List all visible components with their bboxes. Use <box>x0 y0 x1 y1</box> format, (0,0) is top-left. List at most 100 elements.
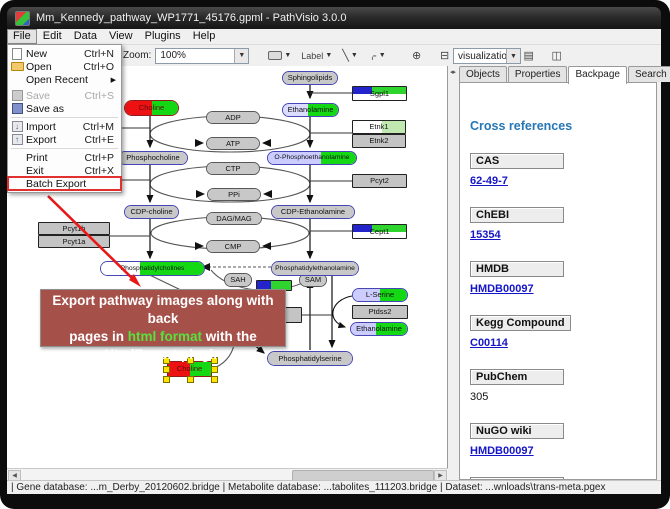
pathway-node-ethanolamine-bottom[interactable]: Ethanolamine <box>350 322 408 336</box>
pathway-node-phosphatidylethanolamine[interactable]: Phosphatidylethanolamine <box>271 261 359 276</box>
file-menu-item-open-recent[interactable]: Open Recent▶ <box>8 73 121 86</box>
crossref-value: 305 <box>470 391 656 403</box>
selection-handle[interactable] <box>187 376 194 383</box>
menubar-item-file[interactable]: File <box>7 29 37 44</box>
elbow-connector-icon: ⌌ <box>368 49 377 62</box>
file-menu-item-save[interactable]: SaveCtrl+S <box>8 89 121 102</box>
crossref-section-hmdb: HMDBHMDB00097 <box>470 241 656 295</box>
file-menu-item-export[interactable]: ↑ExportCtrl+E <box>8 133 121 146</box>
file-menu-item-new[interactable]: NewCtrl+N <box>8 47 121 60</box>
menu-item-label: Batch Export <box>26 178 121 190</box>
selection-handle[interactable] <box>211 376 218 383</box>
panel-splitter[interactable]: ◂▸ <box>448 66 458 480</box>
pathway-node-cdp-choline[interactable]: CDP-choline <box>124 205 179 219</box>
pathway-node-dag-mag[interactable]: DAG/MAG <box>206 212 262 225</box>
crossref-link[interactable]: HMDB00097 <box>470 283 656 295</box>
menubar-item-data[interactable]: Data <box>68 30 103 43</box>
expression-color-segment <box>285 308 301 322</box>
app-icon <box>15 11 30 26</box>
menubar-item-edit[interactable]: Edit <box>37 30 68 43</box>
save-icon <box>8 90 26 101</box>
crossref-link[interactable]: 62-49-7 <box>470 175 656 187</box>
selection-handle[interactable] <box>163 376 170 383</box>
chevron-down-icon[interactable]: ▼ <box>234 49 248 63</box>
zoom-combobox[interactable]: 100% ▼ <box>155 48 249 64</box>
pathway-node-pcyt2[interactable]: Pcyt2 <box>352 174 407 188</box>
pathway-node-cept1[interactable]: Cept1 <box>352 224 407 239</box>
save-icon <box>8 103 26 114</box>
pathway-node-ethanolamine-top[interactable]: Ethanolamine <box>282 103 339 117</box>
node-label: Pcyt2 <box>353 175 406 187</box>
file-menu-item-print[interactable]: PrintCtrl+P <box>8 151 121 164</box>
file-menu-item-batch-export[interactable]: Batch Export <box>8 177 121 190</box>
pathway-node-phosphocholine[interactable]: Phosphocholine <box>118 151 188 165</box>
pathway-node-adp[interactable]: ADP <box>206 111 260 124</box>
crossref-source-header: NuGO wiki <box>470 423 564 439</box>
pathway-node-o-phosphoethanolamine[interactable]: O-Phosphoethanolamine <box>267 151 357 165</box>
pathway-node-ppi[interactable]: PPi <box>207 188 261 201</box>
file-menu: NewCtrl+NOpenCtrl+OOpen Recent▶ SaveCtrl+… <box>7 44 122 193</box>
line-tool-button[interactable]: ╲▼ <box>338 47 362 65</box>
crossref-link[interactable]: 15354 <box>470 229 656 241</box>
menu-item-shortcut: Ctrl+O <box>83 61 121 73</box>
pathway-node-sgpl1[interactable]: Sgpl1 <box>352 86 407 101</box>
align-tool-icon[interactable]: ⊕ <box>404 47 430 65</box>
file-menu-item-save-as[interactable]: Save as <box>8 102 121 115</box>
annotation-callout: Export pathway images along with back pa… <box>40 289 286 347</box>
tab-properties[interactable]: Properties <box>508 66 568 82</box>
file-menu-item-import[interactable]: ↓ImportCtrl+M <box>8 120 121 133</box>
status-bar: | Gene database: ...m_Derby_20120602.bri… <box>7 480 661 494</box>
selection-handle[interactable] <box>211 366 218 373</box>
crossref-section-chebi: ChEBI15354 <box>470 187 656 241</box>
pathway-node-ptdss2[interactable]: Ptdss2 <box>352 305 408 319</box>
visualization-combobox[interactable]: visualization ▼ <box>453 48 521 64</box>
menubar-item-plugins[interactable]: Plugins <box>139 30 187 43</box>
pathway-node-ctp[interactable]: CTP <box>206 162 260 175</box>
pathway-node-atp[interactable]: ATP <box>206 137 260 150</box>
menu-item-shortcut: Ctrl+E <box>85 134 121 146</box>
connector-tool-button[interactable]: ⌌▼ <box>364 47 390 65</box>
pathway-node-sah[interactable]: SAH <box>224 273 252 287</box>
pathway-node-sphingolipids[interactable]: Sphingolipids <box>282 71 338 85</box>
pathway-node-phosphatidylcholines[interactable]: Phosphatidylcholines <box>100 261 205 276</box>
pathway-node-gene-hidden[interactable] <box>284 307 302 323</box>
pathway-node-etnk1[interactable]: Etnk1 <box>352 120 406 134</box>
node-label: ADP <box>207 112 259 123</box>
chevron-down-icon[interactable]: ▼ <box>506 49 520 63</box>
node-label: Pcyt1a <box>39 236 109 247</box>
menu-item-label: Export <box>26 134 85 146</box>
file-menu-item-open[interactable]: OpenCtrl+O <box>8 60 121 73</box>
node-label: Cept1 <box>353 225 406 238</box>
file-menu-item-exit[interactable]: ExitCtrl+X <box>8 164 121 177</box>
menubar-item-view[interactable]: View <box>103 30 139 43</box>
pathway-node-etnk2[interactable]: Etnk2 <box>352 134 406 148</box>
tab-objects[interactable]: Objects <box>459 66 507 82</box>
pathway-node-cdp-ethanolamine[interactable]: CDP-Ethanolamine <box>271 205 355 219</box>
crossref-link[interactable]: HMDB00097 <box>470 445 656 457</box>
panel-tabs: ObjectsPropertiesBackpageSearchLegend <box>459 66 670 82</box>
tab-search[interactable]: Search <box>628 66 670 82</box>
backpage-panel[interactable]: Cross references CAS62-49-7ChEBI15354HMD… <box>459 82 657 480</box>
menu-separator <box>11 148 118 149</box>
gene-datanode-button[interactable]: ▼ <box>264 47 295 65</box>
label-tool-button[interactable]: Label▼ <box>297 47 336 65</box>
crossref-link[interactable]: C00114 <box>470 337 656 349</box>
pathway-node-cmp[interactable]: CMP <box>206 240 260 253</box>
node-label: PPi <box>208 189 260 200</box>
zoom-value: 100% <box>156 50 234 61</box>
node-label: Ptdss2 <box>353 306 407 318</box>
datanode-icon <box>268 51 282 60</box>
side-panel: ObjectsPropertiesBackpageSearchLegend Cr… <box>458 66 661 480</box>
selection-handle[interactable] <box>163 366 170 373</box>
pathway-node-pcyt1a[interactable]: Pcyt1a <box>38 235 110 248</box>
tab-backpage[interactable]: Backpage <box>568 66 626 84</box>
crossref-source-header: PubChem <box>470 369 564 385</box>
align-tool-icon[interactable]: ◫ <box>544 47 570 65</box>
menubar-item-help[interactable]: Help <box>187 30 222 43</box>
node-label: Etnk1 <box>353 121 405 133</box>
pathway-node-l-serine[interactable]: L-Serine <box>352 288 408 302</box>
title-bar[interactable]: Mm_Kennedy_pathway_WP1771_45176.gpml - P… <box>7 7 661 29</box>
pathway-node-pcyt1b[interactable]: Pcyt1b <box>38 222 110 235</box>
pathway-node-choline-top[interactable]: Choline <box>124 100 179 116</box>
node-label: CDP-Ethanolamine <box>272 206 354 218</box>
